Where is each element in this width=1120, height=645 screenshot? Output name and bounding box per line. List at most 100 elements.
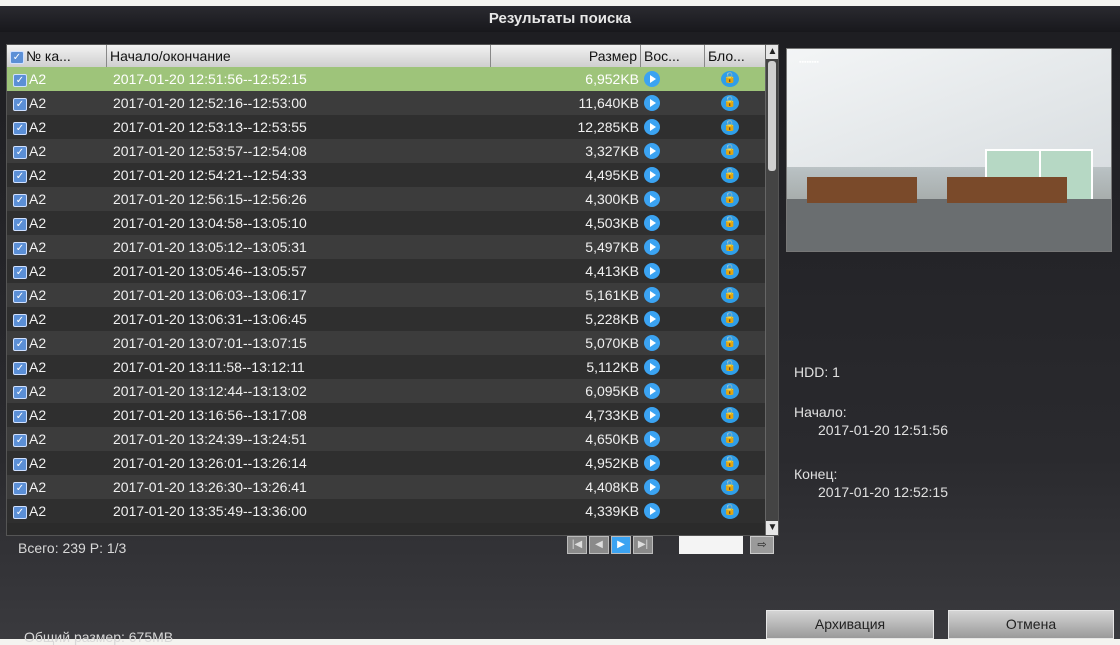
- row-checkbox[interactable]: ✓: [13, 409, 27, 423]
- play-icon[interactable]: [644, 383, 660, 399]
- row-checkbox[interactable]: ✓: [13, 433, 27, 447]
- play-icon[interactable]: [644, 191, 660, 207]
- unlock-icon[interactable]: 🔓: [721, 167, 739, 183]
- table-scrollbar[interactable]: ▲ ▼: [765, 45, 778, 535]
- row-checkbox[interactable]: ✓: [13, 481, 27, 495]
- column-time-header[interactable]: Начало/окончание: [107, 45, 491, 67]
- unlock-icon[interactable]: 🔓: [721, 479, 739, 495]
- table-row[interactable]: ✓ A2 2017-01-20 13:26:30--13:26:41 4,408KB 🔓: [7, 475, 765, 499]
- row-checkbox[interactable]: ✓: [13, 241, 27, 255]
- unlock-icon[interactable]: 🔓: [721, 311, 739, 327]
- unlock-icon[interactable]: 🔓: [721, 191, 739, 207]
- unlock-icon[interactable]: 🔓: [721, 431, 739, 447]
- next-page-icon[interactable]: ▶: [611, 536, 631, 554]
- unlock-icon[interactable]: 🔓: [721, 407, 739, 423]
- row-checkbox[interactable]: ✓: [13, 217, 27, 231]
- play-icon[interactable]: [644, 407, 660, 423]
- column-lock-header[interactable]: Бло...: [705, 45, 765, 67]
- scroll-up-icon[interactable]: ▲: [766, 45, 778, 59]
- play-icon[interactable]: [644, 311, 660, 327]
- unlock-icon[interactable]: 🔓: [721, 263, 739, 279]
- unlock-icon[interactable]: 🔓: [721, 71, 739, 87]
- row-checkbox[interactable]: ✓: [13, 337, 27, 351]
- row-checkbox[interactable]: ✓: [13, 145, 27, 159]
- row-checkbox[interactable]: ✓: [13, 457, 27, 471]
- row-checkbox[interactable]: ✓: [13, 361, 27, 375]
- column-size-header[interactable]: Размер: [491, 45, 641, 67]
- play-icon[interactable]: [644, 287, 660, 303]
- play-icon[interactable]: [644, 95, 660, 111]
- row-checkbox[interactable]: ✓: [13, 505, 27, 519]
- row-checkbox[interactable]: ✓: [13, 169, 27, 183]
- play-icon[interactable]: [644, 71, 660, 87]
- page-number-input[interactable]: [679, 536, 743, 554]
- cancel-button[interactable]: Отмена: [948, 610, 1114, 639]
- table-row[interactable]: ✓ A2 2017-01-20 13:12:44--13:13:02 6,095KB 🔓: [7, 379, 765, 403]
- play-icon[interactable]: [644, 143, 660, 159]
- table-row[interactable]: ✓ A2 2017-01-20 13:05:12--13:05:31 5,497KB 🔓: [7, 235, 765, 259]
- table-row[interactable]: ✓ A2 2017-01-20 13:24:39--13:24:51 4,650KB 🔓: [7, 427, 765, 451]
- video-preview: ▪▪▪▪▪▪▪▪: [786, 48, 1112, 252]
- table-row[interactable]: ✓ A2 2017-01-20 13:04:58--13:05:10 4,503KB 🔓: [7, 211, 765, 235]
- table-row[interactable]: ✓ A2 2017-01-20 12:52:16--12:53:00 11,640KB…: [7, 91, 765, 115]
- table-row[interactable]: ✓ A2 2017-01-20 12:56:15--12:56:26 4,300KB 🔓: [7, 187, 765, 211]
- prev-page-icon[interactable]: ◀: [589, 536, 609, 554]
- scroll-down-icon[interactable]: ▼: [766, 521, 778, 535]
- row-checkbox[interactable]: ✓: [13, 385, 27, 399]
- table-row[interactable]: ✓ A2 2017-01-20 12:53:13--12:53:55 12,285KB…: [7, 115, 765, 139]
- go-page-icon[interactable]: ⇨: [750, 536, 774, 554]
- unlock-icon[interactable]: 🔓: [721, 383, 739, 399]
- first-page-icon[interactable]: |◀: [567, 536, 587, 554]
- table-row[interactable]: ✓ A2 2017-01-20 13:07:01--13:07:15 5,070KB 🔓: [7, 331, 765, 355]
- play-icon[interactable]: [644, 239, 660, 255]
- table-row[interactable]: ✓ A2 2017-01-20 13:06:03--13:06:17 5,161KB 🔓: [7, 283, 765, 307]
- last-page-icon[interactable]: ▶|: [633, 536, 653, 554]
- play-icon[interactable]: [644, 263, 660, 279]
- select-all-checkbox[interactable]: ✓: [10, 50, 24, 64]
- row-checkbox[interactable]: ✓: [13, 313, 27, 327]
- play-icon[interactable]: [644, 455, 660, 471]
- hdd-info: HDD: 1: [794, 364, 840, 380]
- play-icon[interactable]: [644, 335, 660, 351]
- table-row[interactable]: ✓ A2 2017-01-20 13:16:56--13:17:08 4,733KB 🔓: [7, 403, 765, 427]
- play-icon[interactable]: [644, 503, 660, 519]
- play-icon[interactable]: [644, 119, 660, 135]
- play-icon[interactable]: [644, 431, 660, 447]
- play-icon[interactable]: [644, 359, 660, 375]
- column-play-header[interactable]: Вос...: [641, 45, 705, 67]
- table-row[interactable]: ✓ A2 2017-01-20 12:51:56--12:52:15 6,952KB 🔓: [7, 67, 765, 91]
- table-header: ✓ № ка... Начало/окончание Размер Вос... …: [7, 45, 765, 67]
- unlock-icon[interactable]: 🔓: [721, 335, 739, 351]
- table-row[interactable]: ✓ A2 2017-01-20 12:54:21--12:54:33 4,495KB 🔓: [7, 163, 765, 187]
- unlock-icon[interactable]: 🔓: [721, 215, 739, 231]
- unlock-icon[interactable]: 🔓: [721, 239, 739, 255]
- unlock-icon[interactable]: 🔓: [721, 143, 739, 159]
- play-icon[interactable]: [644, 479, 660, 495]
- row-checkbox[interactable]: ✓: [13, 193, 27, 207]
- unlock-icon[interactable]: 🔓: [721, 119, 739, 135]
- archive-button[interactable]: Архивация: [766, 610, 934, 639]
- table-row[interactable]: ✓ A2 2017-01-20 13:06:31--13:06:45 5,228KB 🔓: [7, 307, 765, 331]
- row-camera: ✓ A2: [13, 283, 46, 307]
- unlock-icon[interactable]: 🔓: [721, 455, 739, 471]
- play-icon[interactable]: [644, 167, 660, 183]
- unlock-icon[interactable]: 🔓: [721, 359, 739, 375]
- row-checkbox[interactable]: ✓: [13, 265, 27, 279]
- scroll-thumb[interactable]: [768, 61, 776, 171]
- unlock-icon[interactable]: 🔓: [721, 503, 739, 519]
- play-icon[interactable]: [644, 215, 660, 231]
- table-row[interactable]: ✓ A2 2017-01-20 13:35:49--13:36:00 4,339KB 🔓: [7, 499, 765, 523]
- table-row[interactable]: ✓ A2 2017-01-20 12:53:57--12:54:08 3,327KB 🔓: [7, 139, 765, 163]
- row-camera: ✓ A2: [13, 115, 46, 139]
- table-row[interactable]: ✓ A2 2017-01-20 13:05:46--13:05:57 4,413KB 🔓: [7, 259, 765, 283]
- row-checkbox[interactable]: ✓: [13, 121, 27, 135]
- table-row[interactable]: ✓ A2 2017-01-20 13:26:01--13:26:14 4,952KB 🔓: [7, 451, 765, 475]
- column-camera-header[interactable]: ✓ № ка...: [7, 45, 107, 67]
- row-checkbox[interactable]: ✓: [13, 73, 27, 87]
- unlock-icon[interactable]: 🔓: [721, 95, 739, 111]
- row-checkbox[interactable]: ✓: [13, 289, 27, 303]
- row-checkbox[interactable]: ✓: [13, 97, 27, 111]
- table-row[interactable]: ✓ A2 2017-01-20 13:11:58--13:12:11 5,112KB 🔓: [7, 355, 765, 379]
- row-time: 2017-01-20 13:04:58--13:05:10: [113, 215, 307, 231]
- unlock-icon[interactable]: 🔓: [721, 287, 739, 303]
